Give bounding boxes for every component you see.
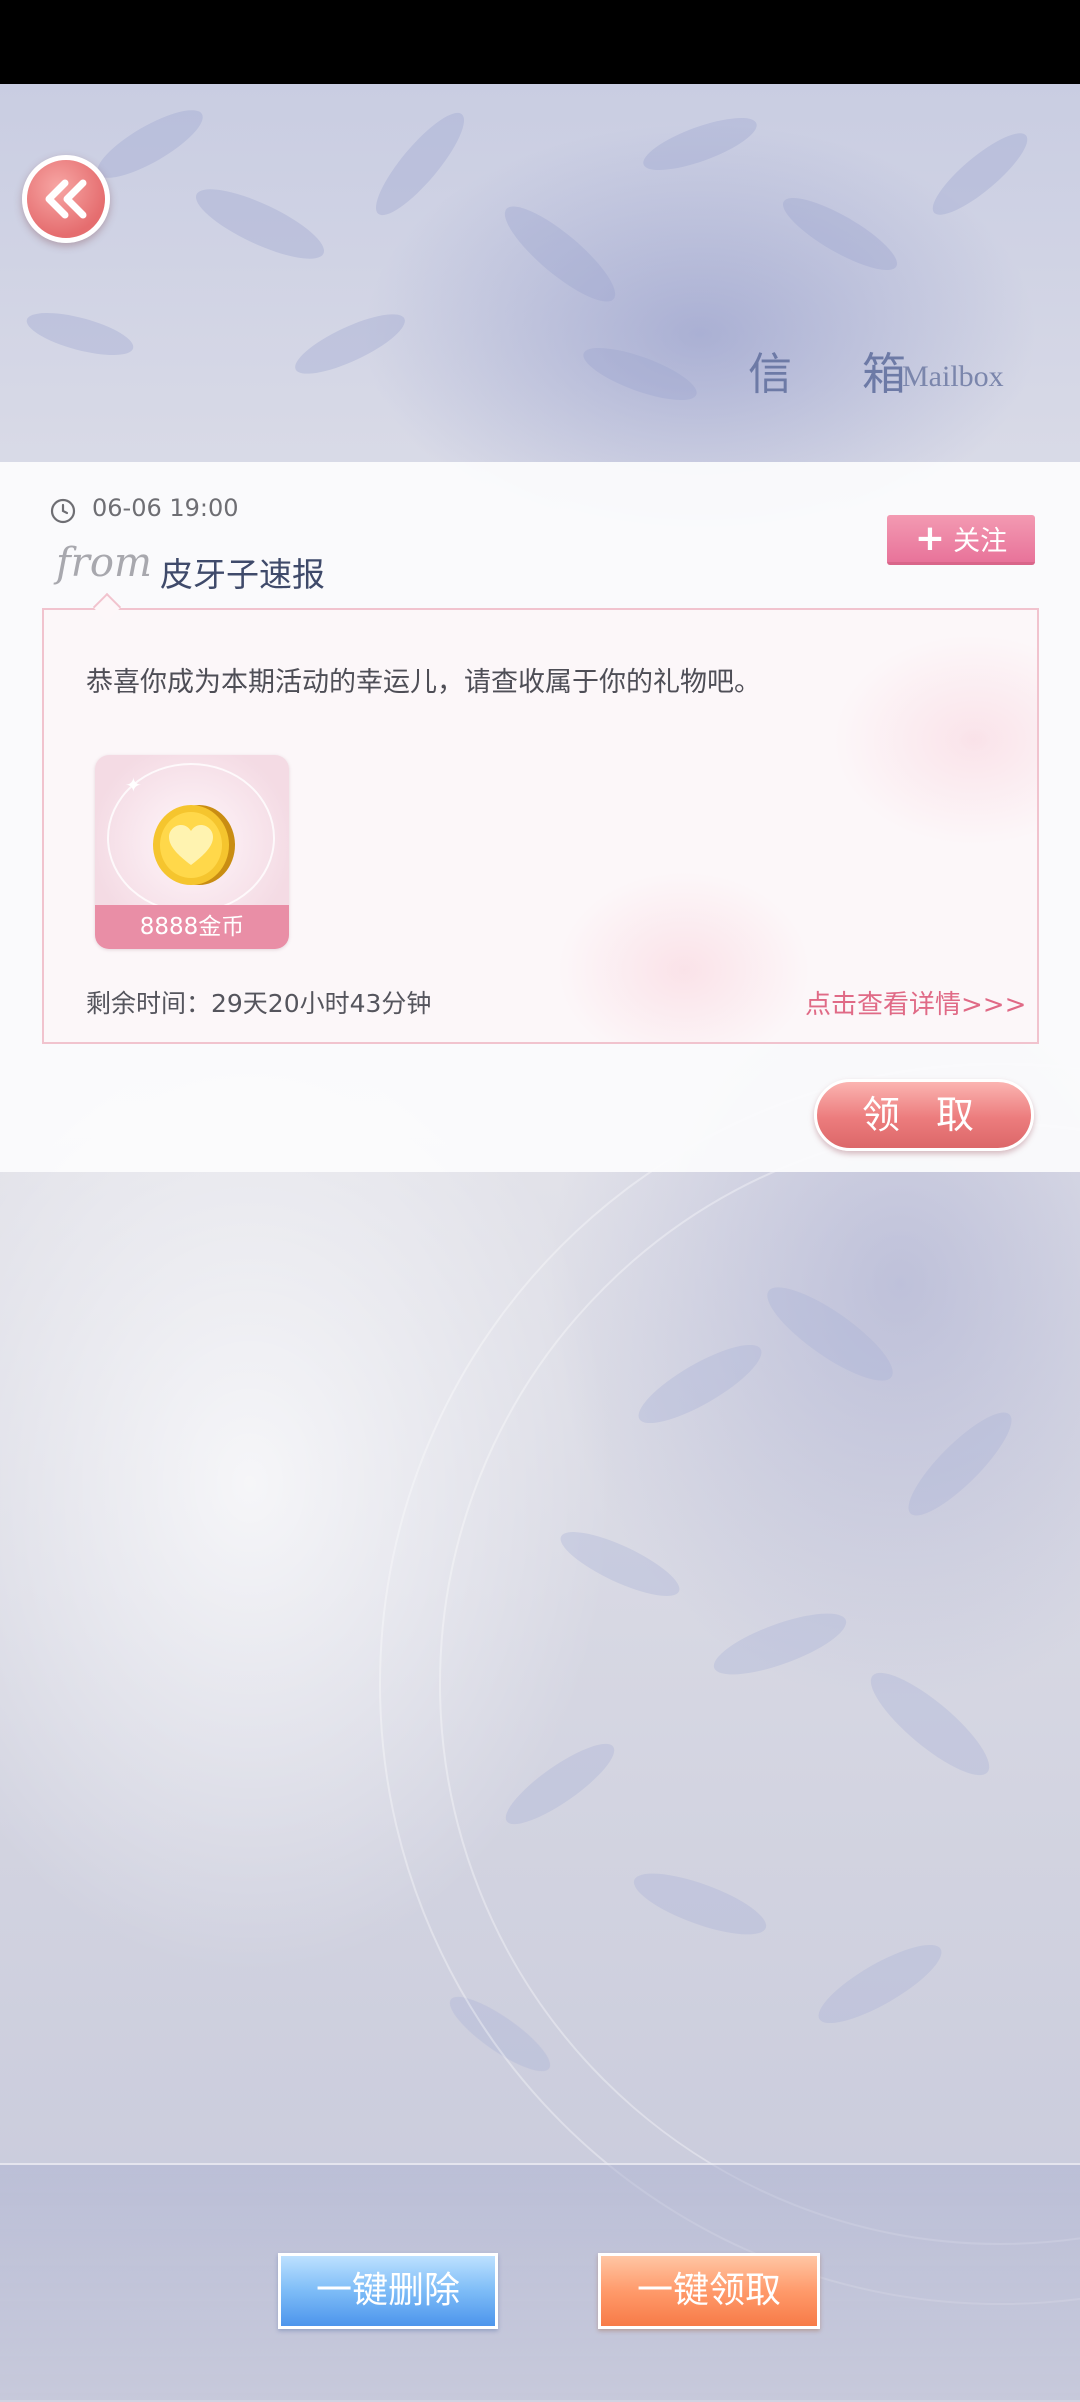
floral-background bbox=[0, 84, 1080, 2400]
from-label: from bbox=[56, 540, 152, 586]
status-bar bbox=[0, 0, 1080, 84]
bottom-action-bar bbox=[0, 2163, 1080, 2402]
mail-date: 06-06 19:00 bbox=[92, 494, 239, 522]
sparkle-icon: ✦ bbox=[125, 773, 142, 797]
page-subtitle: Mailbox bbox=[902, 360, 1004, 393]
claim-button[interactable]: 领 取 bbox=[814, 1079, 1034, 1151]
follow-button[interactable]: + 关注 bbox=[887, 515, 1035, 565]
plus-icon: + bbox=[914, 517, 946, 559]
reward-label: 8888金币 bbox=[95, 905, 289, 949]
message-text: 恭喜你成为本期活动的幸运儿，请查收属于你的礼物吧。 bbox=[86, 667, 761, 698]
claim-all-button[interactable]: 一键领取 bbox=[598, 2253, 820, 2329]
remaining-time: 剩余时间：29天20小时43分钟 bbox=[86, 989, 432, 1018]
gold-heart-coin-icon bbox=[153, 805, 235, 885]
reward-item[interactable]: ✦ 8888金币 bbox=[95, 755, 289, 949]
double-chevron-left-icon bbox=[45, 179, 87, 219]
back-button[interactable] bbox=[22, 155, 110, 243]
details-link[interactable]: 点击查看详情>>> bbox=[805, 984, 1026, 1021]
follow-label: 关注 bbox=[953, 526, 1008, 557]
clock-icon bbox=[50, 498, 76, 524]
sender-name: 皮牙子速报 bbox=[160, 555, 325, 594]
delete-all-button[interactable]: 一键删除 bbox=[278, 2253, 498, 2329]
